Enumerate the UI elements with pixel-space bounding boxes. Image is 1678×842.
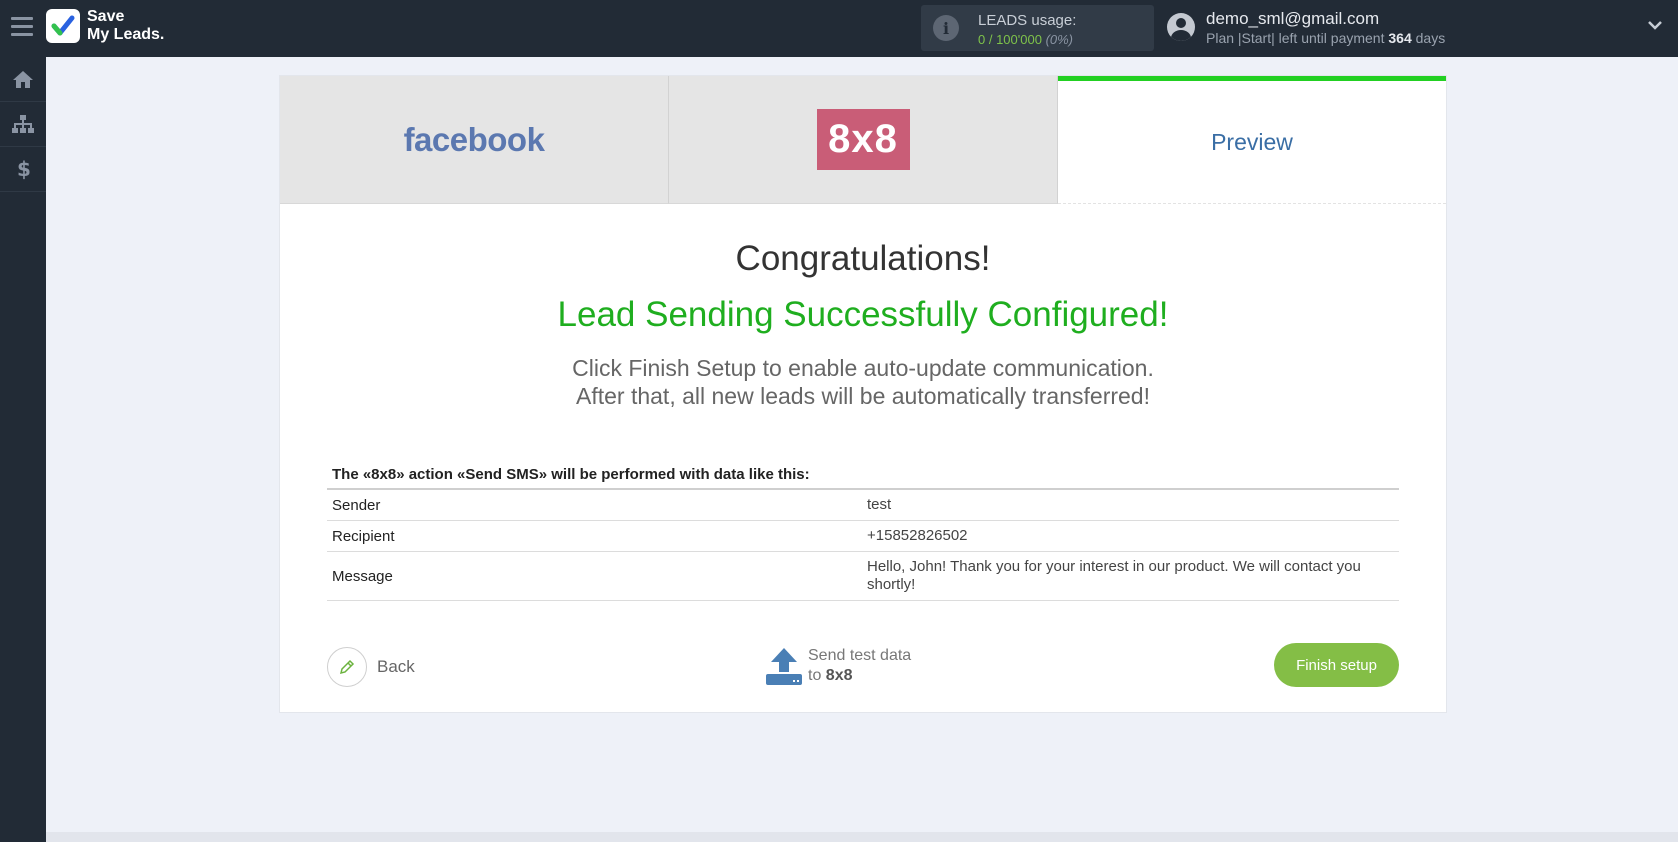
menu-icon[interactable] xyxy=(11,17,33,37)
chevron-down-icon[interactable] xyxy=(1647,18,1663,36)
usage-count: 0 / 100'000 xyxy=(978,32,1042,47)
usage-value: 0 / 100'000 (0%) xyxy=(978,32,1073,47)
usage-title: LEADS usage: xyxy=(978,12,1077,29)
send-test-data-button[interactable]: Send test data to 8x8 xyxy=(765,643,935,689)
row-value: test xyxy=(862,488,1399,521)
instruction-line2: After that, all new leads will be automa… xyxy=(576,383,1150,409)
send-to: to xyxy=(808,667,822,684)
sidebar: $ xyxy=(0,57,46,842)
facebook-logo: facebook xyxy=(403,120,545,158)
back-button[interactable]: Back xyxy=(327,647,415,687)
top-bar: Save My Leads. i LEADS usage: 0 / 100'00… xyxy=(0,0,1678,57)
setup-card: facebook 8x8 Preview Congratulations! Le… xyxy=(279,75,1447,713)
app-name-line1: Save xyxy=(87,8,125,25)
sidebar-item-connections[interactable] xyxy=(0,102,46,147)
info-icon: i xyxy=(933,15,959,41)
row-label: Sender xyxy=(327,488,862,521)
leads-usage-panel: i LEADS usage: 0 / 100'000 (0%) xyxy=(921,5,1154,51)
send-target: 8x8 xyxy=(825,667,853,684)
success-message: Lead Sending Successfully Configured! xyxy=(557,295,1169,334)
plan-days-suffix: days xyxy=(1415,30,1446,46)
usage-percent: (0%) xyxy=(1045,32,1074,47)
finish-setup-button[interactable]: Finish setup xyxy=(1274,643,1399,687)
pencil-icon xyxy=(327,647,367,687)
plan-days: 364 xyxy=(1388,30,1412,46)
user-plan: Plan |Start| left until payment 364 days xyxy=(1206,30,1445,46)
footer-strip xyxy=(46,832,1678,842)
home-icon xyxy=(13,71,33,88)
back-label: Back xyxy=(377,657,415,676)
row-value: Hello, John! Thank you for your interest… xyxy=(862,551,1399,601)
app-name: Save My Leads. xyxy=(87,8,164,44)
tab-preview[interactable]: Preview xyxy=(1058,76,1446,204)
row-label: Recipient xyxy=(327,520,862,552)
tab-preview-label: Preview xyxy=(1211,128,1293,155)
user-email[interactable]: demo_sml@gmail.com xyxy=(1206,9,1379,29)
send-line2: to 8x8 xyxy=(808,666,911,686)
sitemap-icon xyxy=(12,115,34,133)
send-line1: Send test data xyxy=(808,647,912,664)
sidebar-item-billing[interactable]: $ xyxy=(0,147,46,192)
send-test-label: Send test data to 8x8 xyxy=(808,646,911,686)
table-row: Message Hello, John! Thank you for your … xyxy=(327,551,1399,601)
instruction-line1: Click Finish Setup to enable auto-update… xyxy=(572,355,1154,381)
svg-text:$: $ xyxy=(17,158,30,180)
user-avatar-icon[interactable] xyxy=(1167,13,1195,41)
logo-8x8: 8x8 xyxy=(816,109,910,170)
sidebar-item-home[interactable] xyxy=(0,57,46,102)
app-name-line2: My Leads. xyxy=(87,26,165,43)
table-row: Recipient +15852826502 xyxy=(327,520,1399,552)
table-caption: The «8x8» action «Send SMS» will be perf… xyxy=(332,466,810,483)
preview-data-table: Sender test Recipient +15852826502 Messa… xyxy=(327,488,1399,601)
app-logo[interactable] xyxy=(46,9,80,43)
row-value: +15852826502 xyxy=(862,520,1399,552)
congrats-heading: Congratulations! xyxy=(735,239,991,278)
row-label: Message xyxy=(327,551,862,601)
plan-text: Plan |Start| left until payment xyxy=(1206,30,1385,46)
checkmark-icon xyxy=(51,15,75,36)
dollar-icon: $ xyxy=(17,158,30,180)
table-row: Sender test xyxy=(327,488,1399,521)
instruction-text: Click Finish Setup to enable auto-update… xyxy=(280,354,1446,410)
tab-destination-8x8[interactable]: 8x8 xyxy=(669,76,1058,204)
upload-icon xyxy=(766,648,802,685)
tab-source-facebook[interactable]: facebook xyxy=(280,76,669,204)
